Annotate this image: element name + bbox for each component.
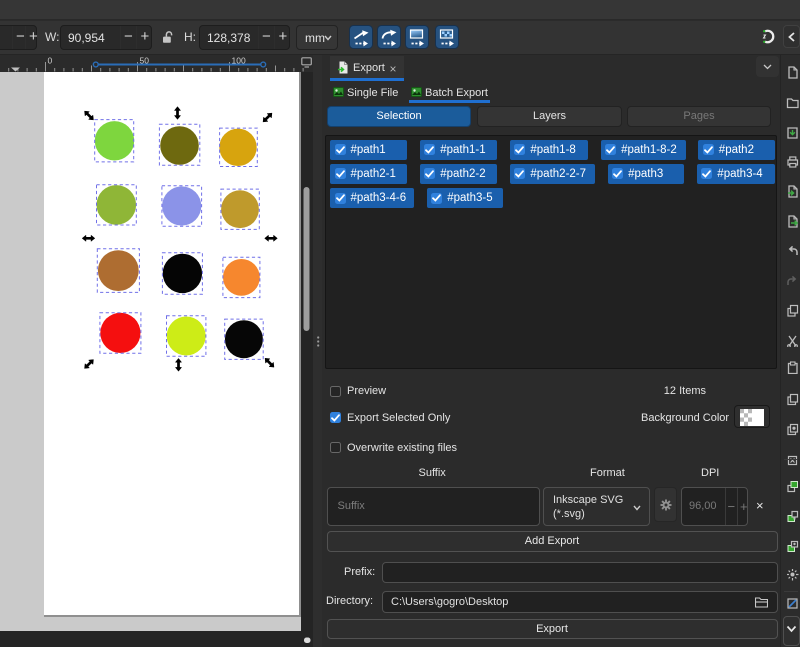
- svg-text:0: 0: [48, 56, 53, 66]
